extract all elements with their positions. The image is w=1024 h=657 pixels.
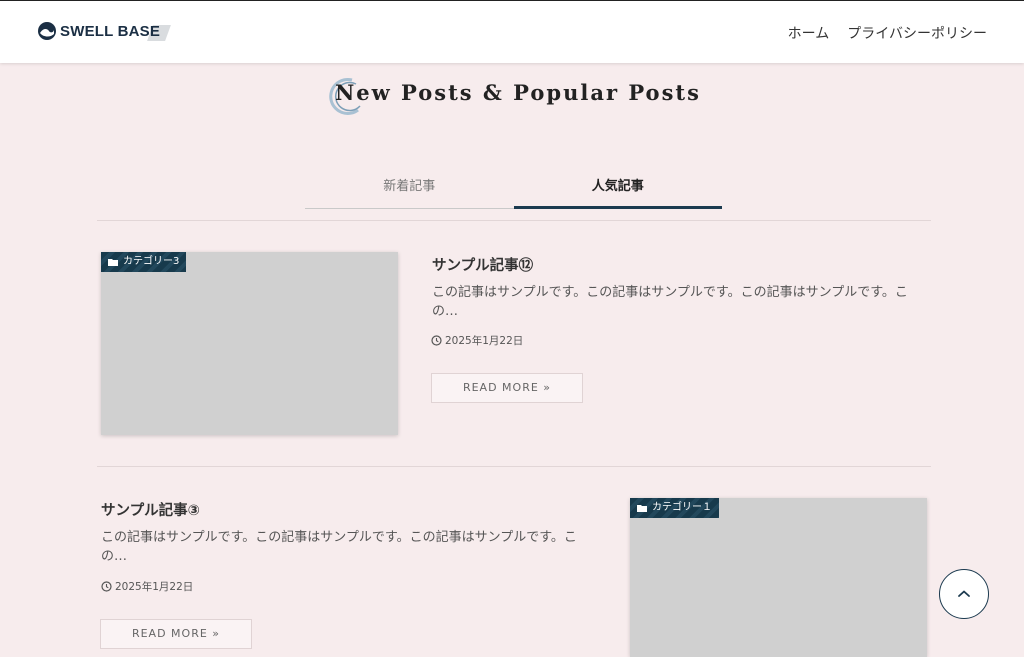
- section-heading: New Posts & Popular Posts: [0, 77, 1024, 115]
- nav-home-link[interactable]: ホーム: [788, 23, 830, 43]
- post-title[interactable]: サンプル記事③: [101, 499, 200, 520]
- post-date: 2025年1月22日: [101, 579, 193, 594]
- divider: [97, 220, 931, 221]
- section-title: New Posts & Popular Posts: [335, 80, 701, 105]
- logo-text: SWELL BASE: [60, 22, 161, 40]
- back-to-top-button[interactable]: [939, 569, 989, 619]
- post-title[interactable]: サンプル記事⑫: [432, 254, 533, 275]
- read-more-button[interactable]: READ MORE »: [100, 619, 252, 649]
- category-badge[interactable]: カテゴリー3: [101, 252, 187, 272]
- tab-new-posts[interactable]: 新着記事: [305, 171, 514, 209]
- folder-icon: [108, 259, 118, 266]
- post-excerpt: この記事はサンプルです。この記事はサンプルです。この記事はサンプルです。この…: [101, 530, 577, 564]
- clock-icon: [101, 581, 112, 592]
- clock-icon: [431, 335, 442, 346]
- post-date-text: 2025年1月22日: [445, 335, 524, 347]
- read-more-button[interactable]: READ MORE »: [431, 373, 583, 403]
- nav-privacy-link[interactable]: プライバシーポリシー: [847, 23, 987, 43]
- folder-icon: [637, 505, 647, 512]
- site-header: SWELL BASE ホーム プライバシーポリシー: [0, 0, 1024, 63]
- logo-wave-icon: [38, 22, 56, 40]
- tab-popular-posts[interactable]: 人気記事: [513, 171, 722, 209]
- post-tabs: 新着記事 人気記事: [305, 171, 722, 209]
- divider: [97, 466, 931, 467]
- post-excerpt: この記事はサンプルです。この記事はサンプルです。この記事はサンプルです。この…: [432, 285, 908, 319]
- chevron-up-icon: [958, 590, 970, 597]
- site-logo[interactable]: SWELL BASE: [37, 21, 171, 41]
- post-date: 2025年1月22日: [431, 333, 523, 348]
- main-nav: ホーム プライバシーポリシー: [788, 23, 987, 43]
- post-thumbnail[interactable]: カテゴリー3: [101, 252, 398, 435]
- category-badge[interactable]: カテゴリー１: [630, 498, 719, 518]
- category-label: カテゴリー3: [123, 256, 180, 267]
- post-date-text: 2025年1月22日: [115, 581, 194, 593]
- category-label: カテゴリー１: [652, 502, 712, 513]
- post-thumbnail[interactable]: カテゴリー１: [630, 498, 927, 657]
